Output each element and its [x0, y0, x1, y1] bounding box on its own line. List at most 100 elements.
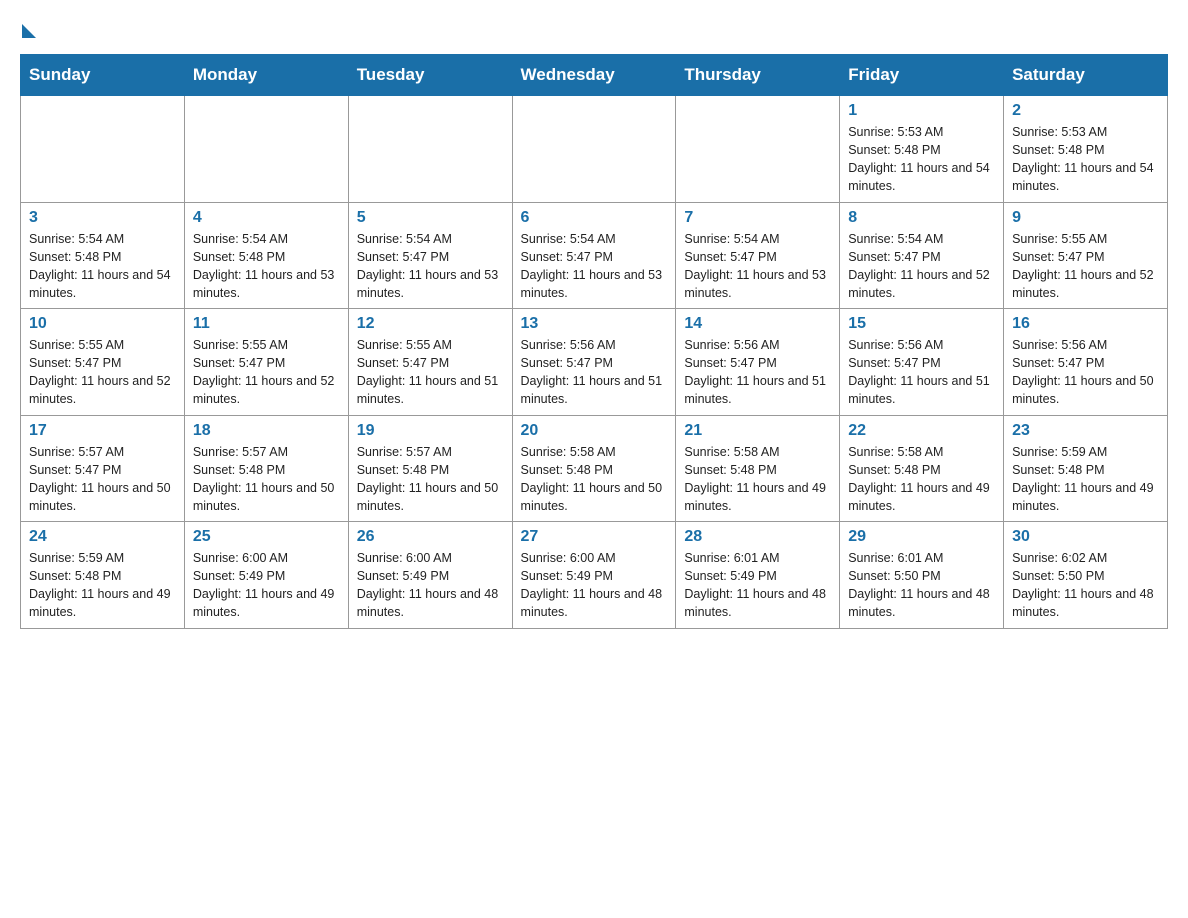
day-number: 12 [357, 315, 504, 333]
day-info: Sunrise: 6:01 AMSunset: 5:50 PMDaylight:… [848, 549, 995, 622]
day-info: Sunrise: 5:54 AMSunset: 5:48 PMDaylight:… [29, 230, 176, 303]
day-number: 11 [193, 315, 340, 333]
day-number: 26 [357, 528, 504, 546]
calendar-cell: 2Sunrise: 5:53 AMSunset: 5:48 PMDaylight… [1004, 96, 1168, 203]
weekday-header-friday: Friday [840, 55, 1004, 96]
calendar-cell: 27Sunrise: 6:00 AMSunset: 5:49 PMDayligh… [512, 522, 676, 629]
calendar-cell: 10 Sunrise: 5:55 AMSunset: 5:47 PMDayligh… [21, 309, 185, 416]
calendar-cell: 6 Sunrise: 5:54 AMSunset: 5:47 PMDaylight… [512, 202, 676, 309]
day-number: 3 [29, 209, 176, 227]
calendar-cell: 15 Sunrise: 5:56 AMSunset: 5:47 PMDayligh… [840, 309, 1004, 416]
day-info: Sunrise: 6:01 AMSunset: 5:49 PMDaylight:… [684, 549, 831, 622]
calendar-cell: 23 Sunrise: 5:59 AMSunset: 5:48 PMDayligh… [1004, 415, 1168, 522]
day-info: Sunrise: 5:56 AMSunset: 5:47 PMDaylight:… [1012, 336, 1159, 409]
day-number: 4 [193, 209, 340, 227]
day-info: Sunrise: 5:58 AMSunset: 5:48 PMDaylight:… [684, 443, 831, 516]
calendar-cell: 21 Sunrise: 5:58 AMSunset: 5:48 PMDayligh… [676, 415, 840, 522]
day-number: 15 [848, 315, 995, 333]
calendar-cell: 5 Sunrise: 5:54 AMSunset: 5:47 PMDaylight… [348, 202, 512, 309]
day-number: 10 [29, 315, 176, 333]
week-row-3: 10 Sunrise: 5:55 AMSunset: 5:47 PMDayligh… [21, 309, 1168, 416]
day-number: 25 [193, 528, 340, 546]
day-number: 9 [1012, 209, 1159, 227]
calendar-cell [348, 96, 512, 203]
logo [20, 20, 36, 38]
day-number: 21 [684, 422, 831, 440]
calendar-cell: 9 Sunrise: 5:55 AMSunset: 5:47 PMDaylight… [1004, 202, 1168, 309]
day-number: 1 [848, 102, 995, 120]
weekday-header-tuesday: Tuesday [348, 55, 512, 96]
day-info: Sunrise: 6:00 AMSunset: 5:49 PMDaylight:… [193, 549, 340, 622]
week-row-5: 24Sunrise: 5:59 AMSunset: 5:48 PMDayligh… [21, 522, 1168, 629]
calendar-cell: 24Sunrise: 5:59 AMSunset: 5:48 PMDayligh… [21, 522, 185, 629]
weekday-header-sunday: Sunday [21, 55, 185, 96]
day-info: Sunrise: 5:55 AMSunset: 5:47 PMDaylight:… [357, 336, 504, 409]
day-info: Sunrise: 5:53 AMSunset: 5:48 PMDaylight:… [848, 123, 995, 196]
calendar-cell: 25 Sunrise: 6:00 AMSunset: 5:49 PMDayligh… [184, 522, 348, 629]
day-number: 13 [521, 315, 668, 333]
day-number: 29 [848, 528, 995, 546]
weekday-header-wednesday: Wednesday [512, 55, 676, 96]
calendar-cell: 7Sunrise: 5:54 AMSunset: 5:47 PMDaylight… [676, 202, 840, 309]
day-info: Sunrise: 6:00 AMSunset: 5:49 PMDaylight:… [357, 549, 504, 622]
calendar-cell [512, 96, 676, 203]
day-number: 19 [357, 422, 504, 440]
day-info: Sunrise: 5:55 AMSunset: 5:47 PMDaylight:… [1012, 230, 1159, 303]
day-info: Sunrise: 5:56 AMSunset: 5:47 PMDaylight:… [848, 336, 995, 409]
day-info: Sunrise: 5:57 AMSunset: 5:48 PMDaylight:… [357, 443, 504, 516]
week-row-2: 3 Sunrise: 5:54 AMSunset: 5:48 PMDaylight… [21, 202, 1168, 309]
day-number: 6 [521, 209, 668, 227]
day-number: 8 [848, 209, 995, 227]
calendar-cell: 13 Sunrise: 5:56 AMSunset: 5:47 PMDayligh… [512, 309, 676, 416]
calendar-cell: 4 Sunrise: 5:54 AMSunset: 5:48 PMDaylight… [184, 202, 348, 309]
weekday-header-saturday: Saturday [1004, 55, 1168, 96]
calendar-cell: 22Sunrise: 5:58 AMSunset: 5:48 PMDayligh… [840, 415, 1004, 522]
calendar-cell: 28 Sunrise: 6:01 AMSunset: 5:49 PMDayligh… [676, 522, 840, 629]
calendar-cell: 8 Sunrise: 5:54 AMSunset: 5:47 PMDaylight… [840, 202, 1004, 309]
day-number: 5 [357, 209, 504, 227]
day-number: 28 [684, 528, 831, 546]
day-number: 27 [521, 528, 668, 546]
day-number: 20 [521, 422, 668, 440]
calendar-cell: 20Sunrise: 5:58 AMSunset: 5:48 PMDayligh… [512, 415, 676, 522]
day-info: Sunrise: 5:54 AMSunset: 5:47 PMDaylight:… [848, 230, 995, 303]
day-info: Sunrise: 5:59 AMSunset: 5:48 PMDaylight:… [29, 549, 176, 622]
calendar-cell: 14Sunrise: 5:56 AMSunset: 5:47 PMDayligh… [676, 309, 840, 416]
calendar-cell [676, 96, 840, 203]
day-number: 30 [1012, 528, 1159, 546]
weekday-header-thursday: Thursday [676, 55, 840, 96]
calendar-table: SundayMondayTuesdayWednesdayThursdayFrid… [20, 54, 1168, 629]
day-info: Sunrise: 5:54 AMSunset: 5:47 PMDaylight:… [357, 230, 504, 303]
calendar-cell: 12 Sunrise: 5:55 AMSunset: 5:47 PMDayligh… [348, 309, 512, 416]
day-info: Sunrise: 5:57 AMSunset: 5:47 PMDaylight:… [29, 443, 176, 516]
day-info: Sunrise: 5:58 AMSunset: 5:48 PMDaylight:… [848, 443, 995, 516]
calendar-cell: 3 Sunrise: 5:54 AMSunset: 5:48 PMDaylight… [21, 202, 185, 309]
page-header [20, 20, 1168, 38]
calendar-cell: 1 Sunrise: 5:53 AMSunset: 5:48 PMDaylight… [840, 96, 1004, 203]
day-number: 18 [193, 422, 340, 440]
calendar-cell: 30 Sunrise: 6:02 AMSunset: 5:50 PMDayligh… [1004, 522, 1168, 629]
day-number: 17 [29, 422, 176, 440]
calendar-header-row: SundayMondayTuesdayWednesdayThursdayFrid… [21, 55, 1168, 96]
weekday-header-monday: Monday [184, 55, 348, 96]
day-info: Sunrise: 5:54 AMSunset: 5:47 PMDaylight:… [521, 230, 668, 303]
calendar-cell: 17 Sunrise: 5:57 AMSunset: 5:47 PMDayligh… [21, 415, 185, 522]
day-number: 7 [684, 209, 831, 227]
day-info: Sunrise: 5:56 AMSunset: 5:47 PMDaylight:… [684, 336, 831, 409]
day-number: 2 [1012, 102, 1159, 120]
calendar-cell: 29 Sunrise: 6:01 AMSunset: 5:50 PMDayligh… [840, 522, 1004, 629]
day-info: Sunrise: 5:57 AMSunset: 5:48 PMDaylight:… [193, 443, 340, 516]
day-info: Sunrise: 5:55 AMSunset: 5:47 PMDaylight:… [29, 336, 176, 409]
day-number: 23 [1012, 422, 1159, 440]
day-info: Sunrise: 5:55 AMSunset: 5:47 PMDaylight:… [193, 336, 340, 409]
calendar-cell [184, 96, 348, 203]
day-info: Sunrise: 5:59 AMSunset: 5:48 PMDaylight:… [1012, 443, 1159, 516]
day-info: Sunrise: 5:54 AMSunset: 5:48 PMDaylight:… [193, 230, 340, 303]
calendar-cell: 18 Sunrise: 5:57 AMSunset: 5:48 PMDayligh… [184, 415, 348, 522]
week-row-4: 17 Sunrise: 5:57 AMSunset: 5:47 PMDayligh… [21, 415, 1168, 522]
calendar-cell: 16Sunrise: 5:56 AMSunset: 5:47 PMDayligh… [1004, 309, 1168, 416]
calendar-cell: 11 Sunrise: 5:55 AMSunset: 5:47 PMDayligh… [184, 309, 348, 416]
logo-arrow-icon [22, 24, 36, 38]
day-info: Sunrise: 6:02 AMSunset: 5:50 PMDaylight:… [1012, 549, 1159, 622]
day-info: Sunrise: 5:56 AMSunset: 5:47 PMDaylight:… [521, 336, 668, 409]
